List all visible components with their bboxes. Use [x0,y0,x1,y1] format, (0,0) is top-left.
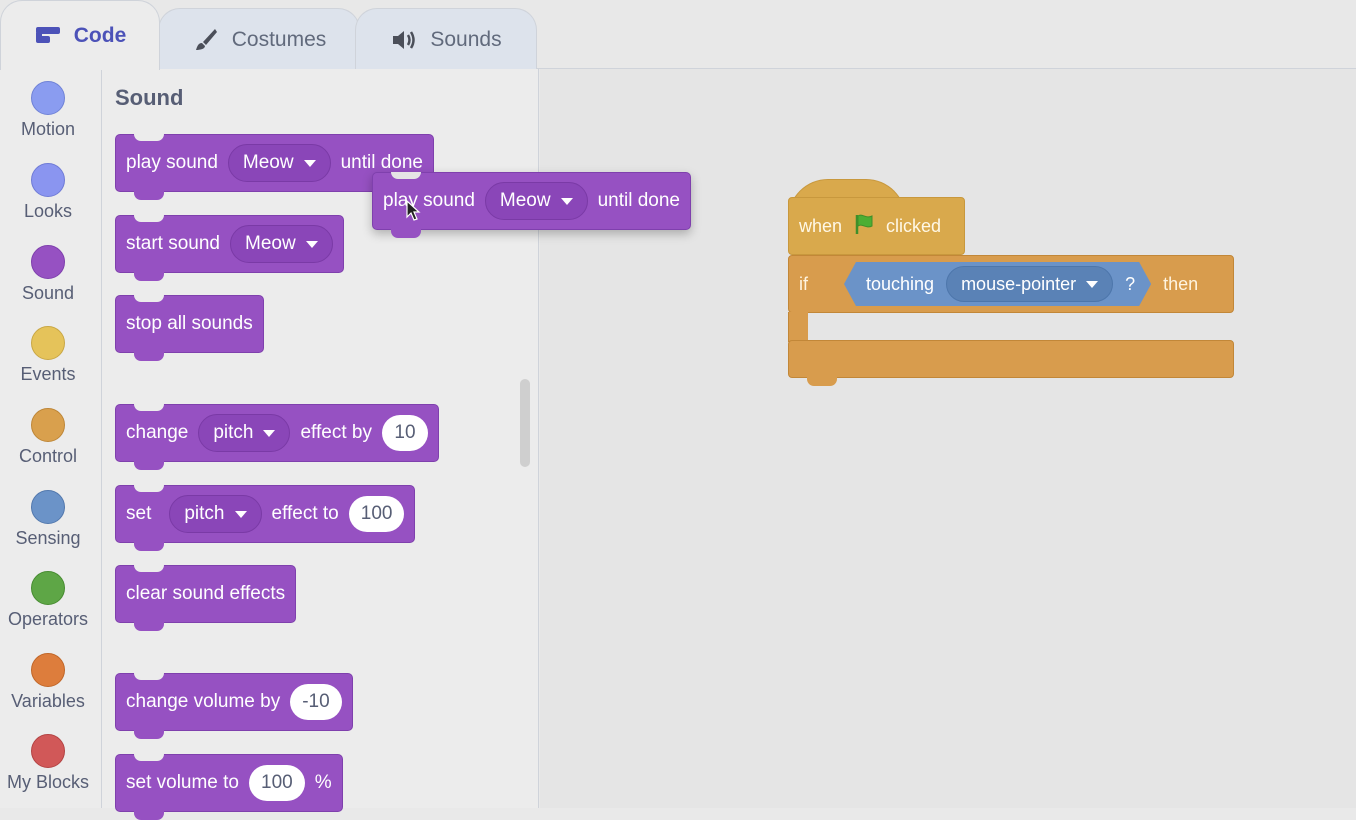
block-text: play sound [126,152,218,173]
tab-costumes-label: Costumes [231,27,327,51]
category-label: Control [18,446,78,466]
category-events[interactable]: Events [0,326,96,385]
effect-dropdown[interactable]: pitch [198,414,291,452]
category-label: Looks [23,201,73,221]
category-dot [31,326,65,360]
block-change-volume[interactable]: change volume by -10 [115,673,353,739]
editor-tab-bar: Costumes Sounds Code [0,0,1356,70]
block-text: clear sound effects [126,583,286,604]
block-text: if [799,273,808,294]
block-text: ? [1125,273,1136,294]
category-control[interactable]: Control [0,408,96,467]
category-sensing[interactable]: Sensing [0,490,96,549]
block-touching[interactable]: touching mouse-pointer ? [844,262,1151,306]
dropdown-value: Meow [242,152,294,173]
category-dot [31,490,65,524]
tab-code-label: Code [73,23,127,47]
caret-down-icon [560,197,573,205]
category-dot [31,81,65,115]
block-change-effect[interactable]: change pitch effect by 10 [115,404,439,470]
category-sound[interactable]: Sound [0,245,96,304]
category-variables[interactable]: Variables [0,653,96,712]
block-text: play sound [383,190,475,211]
block-text: then [1163,273,1199,294]
effect-dropdown[interactable]: pitch [169,495,262,533]
category-label: Events [20,364,76,384]
caret-down-icon [305,240,318,248]
green-flag-icon [852,212,876,241]
category-label: Operators [7,609,89,629]
number-input[interactable]: 10 [381,415,428,451]
block-text: touching [866,273,935,294]
number-input[interactable]: 100 [249,765,305,801]
block-start-sound[interactable]: start sound Meow [115,215,344,281]
block-text: change volume by [126,691,281,712]
number-input[interactable]: 100 [348,496,405,532]
block-set-volume[interactable]: set volume to 100 % [115,754,343,820]
block-stop-all-sounds[interactable]: stop all sounds [115,295,264,361]
block-set-effect[interactable]: set pitch effect to 100 [115,485,416,551]
sound-dropdown[interactable]: Meow [484,182,588,220]
dropdown-value: pitch [184,503,225,524]
category-label: Motion [20,119,76,139]
number-input[interactable]: -10 [290,684,342,720]
block-text: set [126,503,152,524]
block-text: until done [340,152,423,173]
category-dot [31,163,65,197]
tab-sounds[interactable]: Sounds [355,8,537,70]
caret-down-icon [234,510,247,518]
sound-dropdown[interactable]: Meow [230,225,333,263]
if-block-bottom [788,340,1234,386]
dropdown-value: pitch [213,422,254,443]
block-if-then[interactable]: if touching mouse-pointer ? then [788,255,1234,313]
block-text: effect to [271,503,339,524]
category-operators[interactable]: Operators [0,571,96,630]
block-when-flag-clicked[interactable]: when clicked [788,197,965,255]
tab-sounds-label: Sounds [430,27,502,51]
category-menu: Motion Looks Sound Events Control Sensin… [0,69,102,808]
block-text: start sound [126,233,220,254]
mouse-cursor-icon [406,199,422,227]
block-text: clicked [886,215,942,236]
tab-code[interactable]: Code [0,0,160,70]
category-dot [31,653,65,687]
block-text: when [799,215,843,236]
category-my-blocks[interactable]: My Blocks [0,734,96,793]
sound-dropdown[interactable]: Meow [227,144,331,182]
block-text: set volume to [126,772,239,793]
caret-down-icon [263,429,276,437]
tab-costumes[interactable]: Costumes [158,8,360,70]
touching-target-dropdown[interactable]: mouse-pointer [946,266,1113,302]
block-text: effect by [300,422,372,443]
category-label: Sensing [15,528,81,548]
category-dot [31,734,65,768]
if-block-arm [788,312,808,342]
code-blocks-icon [34,23,62,49]
palette-section-title: Sound [115,85,184,110]
category-motion[interactable]: Motion [0,81,96,140]
block-text: change [126,422,189,443]
category-dot [31,408,65,442]
dropdown-value: Meow [245,233,296,254]
speaker-icon [390,27,418,53]
caret-down-icon [303,159,316,167]
block-text: until done [597,190,680,211]
category-dot [31,245,65,279]
paintbrush-icon [192,27,220,53]
caret-down-icon [1086,281,1098,288]
category-label: My Blocks [6,772,89,792]
block-clear-sound-effects[interactable]: clear sound effects [115,565,297,631]
dropdown-value: mouse-pointer [961,273,1077,294]
dropdown-value: Meow [499,190,551,211]
block-text: stop all sounds [126,313,253,334]
category-looks[interactable]: Looks [0,163,96,222]
category-dot [31,571,65,605]
category-label: Sound [21,283,75,303]
category-label: Variables [11,691,85,711]
palette-scrollbar[interactable] [520,379,530,467]
block-text: % [314,772,332,793]
